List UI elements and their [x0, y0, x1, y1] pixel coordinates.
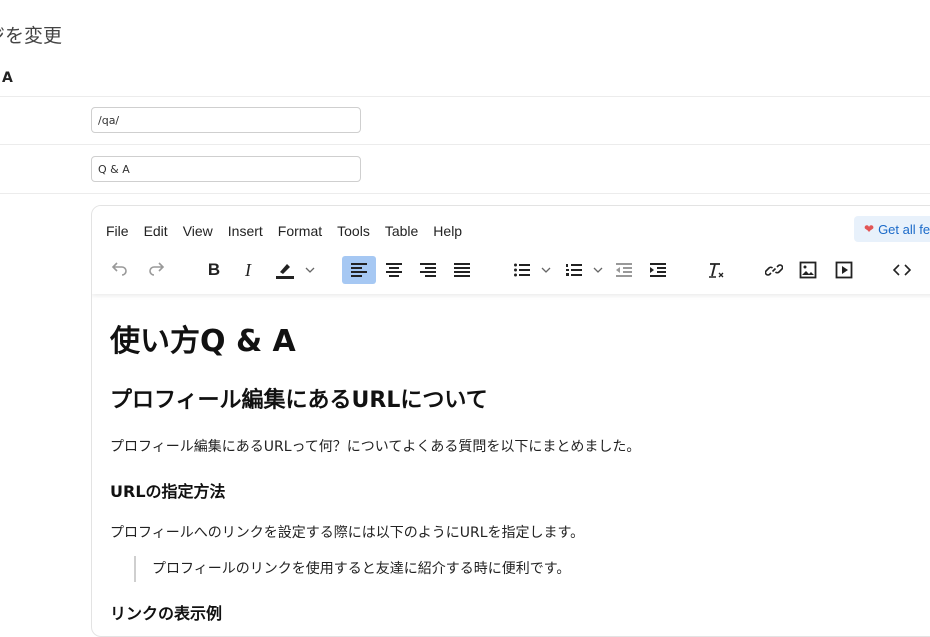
clear-format-icon[interactable] — [704, 256, 728, 284]
content-blockquote: プロフィールのリンクを使用すると友達に紹介する時に便利です。 — [134, 556, 570, 582]
chevron-down-icon[interactable] — [592, 256, 604, 284]
menu-view[interactable]: View — [183, 221, 213, 241]
row-divider — [0, 96, 930, 97]
editor-menubar: File Edit View Insert Format Tools Table… — [106, 221, 477, 241]
content-paragraph: プロフィール編集にあるURLって何？についてよくある質問を以下にまとめました。 — [110, 439, 641, 455]
row-divider — [0, 144, 930, 145]
image-icon[interactable] — [796, 256, 820, 284]
align-justify-icon[interactable] — [450, 256, 474, 284]
menu-tools[interactable]: Tools — [337, 221, 370, 241]
undo-icon[interactable] — [108, 256, 132, 284]
section-label: A — [2, 70, 13, 86]
menu-help[interactable]: Help — [433, 221, 462, 241]
content-heading-1: 使い方Q & A — [110, 324, 296, 359]
outdent-icon[interactable] — [612, 256, 636, 284]
align-left-icon[interactable] — [342, 256, 376, 284]
code-icon[interactable] — [890, 256, 914, 284]
content-heading-3: リンクの表示例 — [110, 604, 223, 623]
menu-format[interactable]: Format — [278, 221, 322, 241]
highlight-icon[interactable] — [272, 256, 298, 284]
row-divider — [0, 193, 930, 194]
menu-edit[interactable]: Edit — [144, 221, 168, 241]
redo-icon[interactable] — [144, 256, 168, 284]
get-all-features-button[interactable]: ❤ Get all fe — [854, 216, 930, 242]
media-icon[interactable] — [832, 256, 856, 284]
page-heading: ジを変更 — [0, 25, 63, 47]
title-input[interactable] — [91, 156, 361, 182]
content-heading-2: プロフィール編集にあるURLについて — [110, 388, 488, 413]
italic-icon[interactable]: I — [236, 256, 260, 284]
menu-insert[interactable]: Insert — [228, 221, 263, 241]
slug-input[interactable] — [91, 107, 361, 133]
content-paragraph: プロフィールへのリンクを設定する際には以下のようにURLを指定します。 — [110, 525, 585, 541]
content-heading-3: URLの指定方法 — [110, 482, 226, 501]
indent-icon[interactable] — [646, 256, 670, 284]
rich-text-editor: File Edit View Insert Format Tools Table… — [91, 205, 930, 637]
chevron-down-icon[interactable] — [304, 256, 316, 284]
align-center-icon[interactable] — [382, 256, 406, 284]
bullet-list-icon[interactable] — [510, 256, 534, 284]
menu-file[interactable]: File — [106, 221, 129, 241]
bold-icon[interactable]: B — [202, 256, 226, 284]
align-right-icon[interactable] — [416, 256, 440, 284]
menu-table[interactable]: Table — [385, 221, 418, 241]
promo-label: Get all fe — [878, 221, 930, 237]
editor-toolbar: File Edit View Insert Format Tools Table… — [92, 206, 930, 294]
heart-icon: ❤ — [864, 222, 875, 236]
chevron-down-icon[interactable] — [540, 256, 552, 284]
numbered-list-icon[interactable] — [562, 256, 586, 284]
link-icon[interactable] — [762, 256, 786, 284]
